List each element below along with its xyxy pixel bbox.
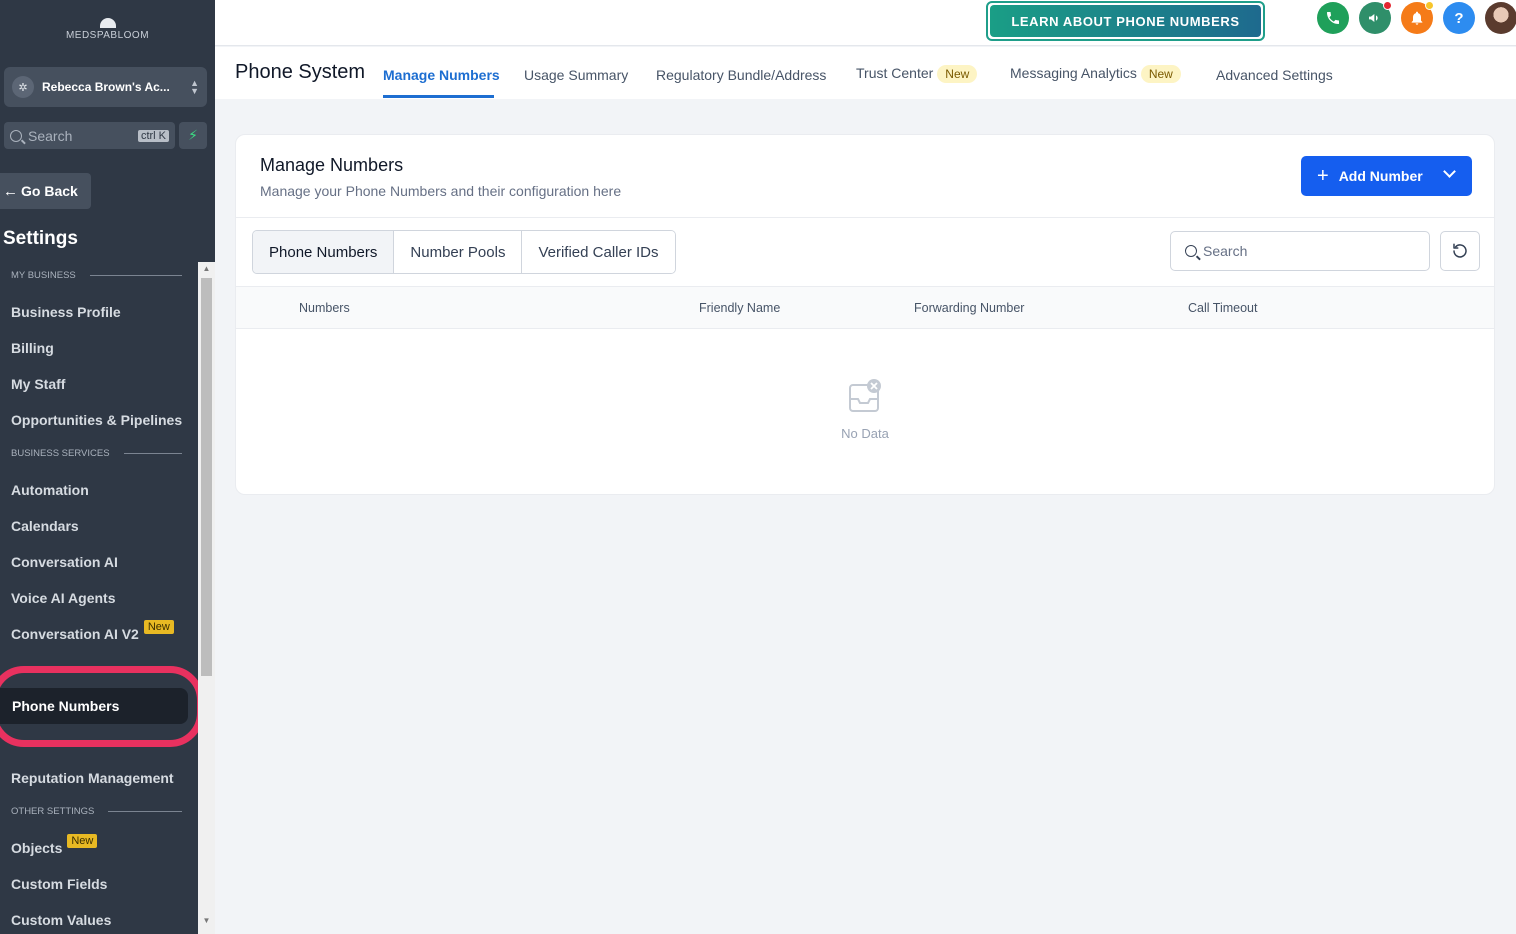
new-badge: New bbox=[143, 620, 174, 634]
card-title: Manage Numbers bbox=[260, 155, 404, 175]
tabs-bar: Phone System Manage Numbers Usage Summar… bbox=[215, 47, 1516, 99]
bell-icon bbox=[1411, 11, 1423, 25]
card-subtitle: Manage your Phone Numbers and their conf… bbox=[260, 183, 622, 199]
avatar[interactable] bbox=[1485, 2, 1516, 34]
new-badge: New bbox=[937, 65, 978, 83]
sidebar-item-opportunities[interactable]: Opportunities & Pipelines bbox=[11, 412, 182, 428]
account-switcher[interactable]: ✲ Rebecca Brown's Ac... ▲ ▼ bbox=[4, 67, 207, 107]
brand-logo[interactable]: MEDSPABLOOM bbox=[0, 18, 215, 41]
scrollbar-thumb[interactable] bbox=[201, 278, 212, 676]
logo-flower-icon bbox=[99, 18, 116, 28]
sidebar-item-calendars[interactable]: Calendars bbox=[11, 518, 79, 534]
sidebar-scrollbar[interactable]: ▲ ▼ bbox=[198, 262, 215, 934]
go-back-button[interactable]: ← Go Back bbox=[0, 173, 91, 209]
settings-title: Settings bbox=[3, 228, 78, 249]
sidebar-item-custom-values[interactable]: Custom Values bbox=[11, 912, 111, 928]
segment-number-pools[interactable]: Number Pools bbox=[394, 231, 523, 273]
empty-state-text: No Data bbox=[841, 426, 889, 441]
notification-dot bbox=[1383, 1, 1392, 10]
sidebar-item-conversation-ai[interactable]: Conversation AI bbox=[11, 554, 118, 570]
refresh-icon bbox=[1453, 243, 1467, 258]
search-icon bbox=[1185, 245, 1197, 257]
sidebar-item-automation[interactable]: Automation bbox=[11, 482, 89, 498]
manage-numbers-card: Manage Numbers Manage your Phone Numbers… bbox=[235, 134, 1495, 495]
add-number-button[interactable]: + Add Number bbox=[1301, 156, 1472, 196]
phone-call-button[interactable] bbox=[1317, 2, 1349, 34]
sidebar-item-my-staff[interactable]: My Staff bbox=[11, 376, 65, 392]
tab-usage-summary[interactable]: Usage Summary bbox=[524, 67, 628, 83]
chevron-updown-icon: ▲ ▼ bbox=[190, 78, 199, 96]
numbers-search-input[interactable]: Search bbox=[1170, 231, 1430, 271]
sidebar-item-voice-ai[interactable]: Voice AI Agents bbox=[11, 590, 116, 606]
sidebar-item-custom-fields[interactable]: Custom Fields bbox=[11, 876, 107, 892]
scroll-up-icon[interactable]: ▲ bbox=[198, 262, 215, 276]
table-header: Numbers Friendly Name Forwarding Number … bbox=[236, 286, 1494, 329]
column-call-timeout: Call Timeout bbox=[1188, 301, 1258, 315]
tab-regulatory-bundle[interactable]: Regulatory Bundle/Address bbox=[656, 67, 826, 83]
tab-manage-numbers[interactable]: Manage Numbers bbox=[383, 67, 500, 83]
sidebar-item-reputation[interactable]: Reputation Management bbox=[11, 770, 174, 786]
number-type-segmented-control: Phone Numbers Number Pools Verified Call… bbox=[252, 230, 676, 274]
sidebar-item-business-profile[interactable]: Business Profile bbox=[11, 304, 121, 320]
tab-advanced-settings[interactable]: Advanced Settings bbox=[1216, 67, 1333, 83]
arrow-left-icon: ← bbox=[3, 182, 18, 200]
quick-action-button[interactable]: ⚡ bbox=[179, 122, 207, 149]
keyboard-shortcut: ctrl K bbox=[137, 129, 169, 142]
column-numbers: Numbers bbox=[299, 301, 350, 315]
learn-about-phone-numbers-button[interactable]: LEARN ABOUT PHONE NUMBERS bbox=[986, 1, 1265, 41]
segment-verified-caller-ids[interactable]: Verified Caller IDs bbox=[522, 231, 675, 273]
chevron-down-icon[interactable] bbox=[1443, 165, 1456, 178]
sidebar-item-phone-numbers[interactable]: Phone Numbers bbox=[0, 688, 188, 724]
new-badge: New bbox=[67, 834, 98, 848]
section-other-settings: OTHER SETTINGS bbox=[11, 806, 182, 817]
section-business-services: BUSINESS SERVICES bbox=[11, 448, 182, 459]
sidebar-search-input[interactable]: Search ctrl K bbox=[4, 122, 175, 149]
announcements-button[interactable] bbox=[1359, 1, 1392, 34]
refresh-button[interactable] bbox=[1440, 231, 1480, 271]
sidebar-item-conversation-ai-v2[interactable]: Conversation AI V2 New bbox=[11, 620, 174, 642]
plus-icon: + bbox=[1317, 164, 1329, 187]
notifications-button[interactable] bbox=[1401, 1, 1434, 34]
sidebar: MEDSPABLOOM ✲ Rebecca Brown's Ac... ▲ ▼ S… bbox=[0, 0, 215, 934]
page-title: Phone System bbox=[235, 61, 366, 83]
megaphone-icon bbox=[1369, 14, 1378, 22]
scroll-down-icon[interactable]: ▼ bbox=[198, 914, 215, 928]
empty-state: No Data bbox=[236, 379, 1494, 441]
column-friendly-name: Friendly Name bbox=[699, 301, 781, 315]
lightning-icon: ⚡ bbox=[188, 127, 198, 143]
help-icon: ? bbox=[1454, 9, 1464, 27]
active-tab-indicator bbox=[383, 95, 494, 98]
segment-phone-numbers[interactable]: Phone Numbers bbox=[253, 231, 395, 273]
sidebar-item-billing[interactable]: Billing bbox=[11, 340, 54, 356]
account-name: Rebecca Brown's Ac... bbox=[42, 80, 170, 94]
divider bbox=[236, 217, 1494, 218]
sidebar-item-objects[interactable]: Objects New bbox=[11, 834, 98, 856]
column-forwarding-number: Forwarding Number bbox=[914, 301, 1025, 315]
section-my-business: MY BUSINESS bbox=[11, 270, 182, 281]
search-icon bbox=[10, 129, 22, 142]
sidebar-search-placeholder: Search bbox=[28, 127, 73, 144]
notification-dot bbox=[1425, 1, 1434, 10]
empty-inbox-icon bbox=[848, 379, 882, 413]
new-badge: New bbox=[1140, 65, 1181, 83]
top-bar: LEARN ABOUT PHONE NUMBERS ? bbox=[215, 0, 1516, 46]
tab-messaging-analytics[interactable]: Messaging Analytics New bbox=[1010, 65, 1181, 83]
tab-trust-center[interactable]: Trust Center New bbox=[856, 65, 978, 83]
phone-icon bbox=[1327, 12, 1339, 24]
help-button[interactable]: ? bbox=[1443, 2, 1475, 34]
account-icon: ✲ bbox=[12, 76, 34, 98]
